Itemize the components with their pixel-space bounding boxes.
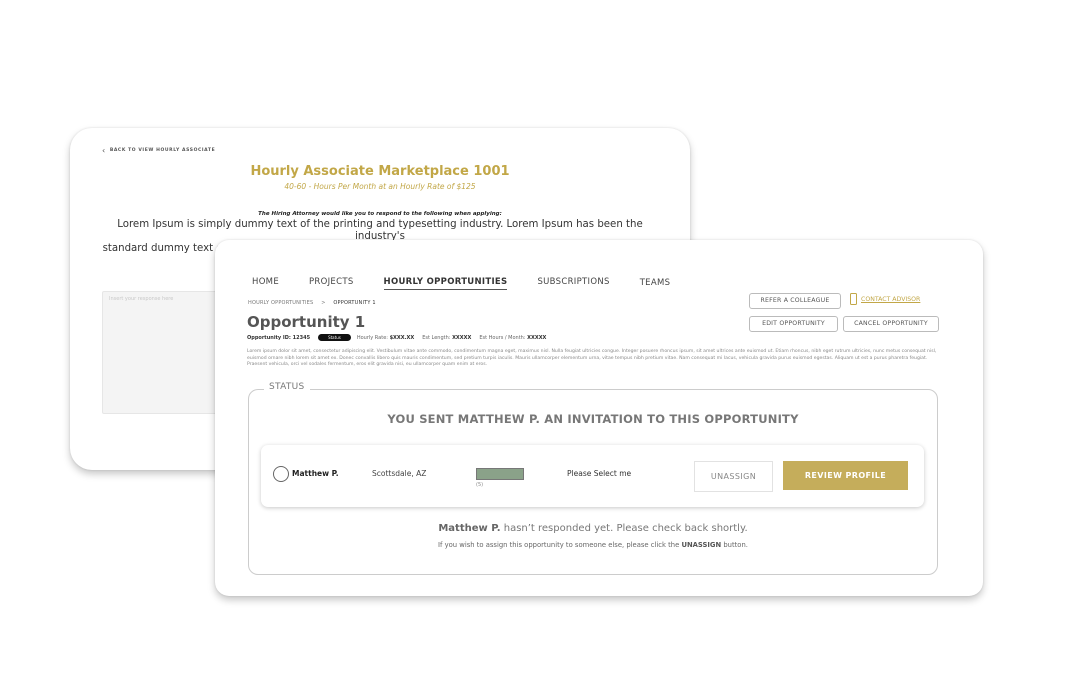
est-hours-label: Est Hours / Month: bbox=[479, 334, 526, 341]
marketplace-subtitle: 40-60 - Hours Per Month at an Hourly Rat… bbox=[284, 182, 476, 191]
nav-subscriptions[interactable]: SUBSCRIPTIONS bbox=[537, 277, 609, 290]
response-status: Matthew P. hasn’t responded yet. Please … bbox=[249, 523, 937, 534]
candidate-select-text: Please Select me bbox=[567, 469, 632, 478]
response-placeholder: Insert your response here bbox=[109, 296, 174, 302]
breadcrumb-separator: > bbox=[321, 300, 326, 306]
nav-projects[interactable]: PROJECTS bbox=[309, 277, 354, 290]
response-text: hasn’t responded yet. Please check back … bbox=[500, 523, 748, 534]
back-link[interactable]: ‹ BACK TO VIEW HOURLY ASSOCIATE bbox=[102, 146, 215, 155]
opportunity-card: HOME PROJECTS HOURLY OPPORTUNITIES SUBSC… bbox=[215, 240, 983, 596]
back-link-label: BACK TO VIEW HOURLY ASSOCIATE bbox=[109, 148, 216, 153]
edit-opportunity-button[interactable]: EDIT OPPORTUNITY bbox=[749, 316, 838, 332]
opportunity-description: Lorem ipsum dolor sit amet, consectetur … bbox=[247, 349, 937, 367]
hint-suffix: button. bbox=[721, 541, 748, 549]
review-profile-button[interactable]: REVIEW PROFILE bbox=[783, 461, 908, 490]
unassign-hint: If you wish to assign this opportunity t… bbox=[249, 541, 937, 549]
application-prompt: The Hiring Attorney would like you to re… bbox=[258, 211, 502, 217]
rating-count: (5) bbox=[476, 482, 484, 488]
page-title: Opportunity 1 bbox=[247, 313, 366, 331]
hint-prefix: If you wish to assign this opportunity t… bbox=[438, 541, 682, 549]
refer-colleague-button[interactable]: REFER A COLLEAGUE bbox=[749, 293, 841, 309]
contact-advisor-link[interactable]: CONTACT ADVISOR bbox=[850, 293, 920, 305]
rating-bar bbox=[476, 468, 524, 480]
cancel-opportunity-button[interactable]: CANCEL OPPORTUNITY bbox=[843, 316, 939, 332]
status-badge: Status bbox=[318, 334, 351, 341]
opportunity-id: Opportunity ID: 12345 bbox=[247, 334, 311, 341]
breadcrumb-parent[interactable]: HOURLY OPPORTUNITIES bbox=[248, 300, 313, 306]
status-legend: STATUS bbox=[264, 382, 310, 392]
nav-teams[interactable]: TEAMS bbox=[640, 278, 671, 290]
hourly-rate-value: $XXX.XX bbox=[389, 334, 415, 341]
candidate-location: Scottsdale, AZ bbox=[372, 469, 427, 478]
response-name: Matthew P. bbox=[438, 523, 501, 534]
opportunity-meta: Opportunity ID: 12345 Status Hourly Rate… bbox=[247, 334, 546, 341]
marketplace-title: Hourly Associate Marketplace 1001 bbox=[250, 164, 510, 179]
status-section: STATUS YOU SENT MATTHEW P. AN INVITATION… bbox=[248, 382, 938, 575]
nav-home[interactable]: HOME bbox=[252, 277, 279, 290]
candidate-radio[interactable] bbox=[273, 466, 289, 482]
candidate-name: Matthew P. bbox=[292, 469, 339, 478]
est-length-value: XXXXX bbox=[452, 334, 472, 341]
status-headline: YOU SENT MATTHEW P. AN INVITATION TO THI… bbox=[387, 412, 799, 426]
est-length-label: Est Length: bbox=[422, 334, 451, 341]
contact-advisor-label: CONTACT ADVISOR bbox=[861, 295, 921, 303]
unassign-button[interactable]: UNASSIGN bbox=[694, 461, 773, 492]
candidate-row: Matthew P. Scottsdale, AZ (5) Please Sel… bbox=[261, 445, 924, 507]
hint-bold: UNASSIGN bbox=[681, 541, 722, 549]
phone-icon bbox=[850, 293, 857, 305]
breadcrumb-current: OPPORTUNITY 1 bbox=[333, 300, 376, 306]
breadcrumb: HOURLY OPPORTUNITIES > OPPORTUNITY 1 bbox=[248, 300, 376, 306]
nav-hourly-opportunities[interactable]: HOURLY OPPORTUNITIES bbox=[383, 277, 508, 290]
response-textarea[interactable]: Insert your response here bbox=[102, 291, 224, 414]
hourly-rate-label: Hourly Rate: bbox=[356, 334, 388, 341]
chevron-left-icon: ‹ bbox=[102, 146, 106, 155]
main-nav: HOME PROJECTS HOURLY OPPORTUNITIES SUBSC… bbox=[252, 277, 670, 290]
est-hours-value: XXXXX bbox=[527, 334, 547, 341]
